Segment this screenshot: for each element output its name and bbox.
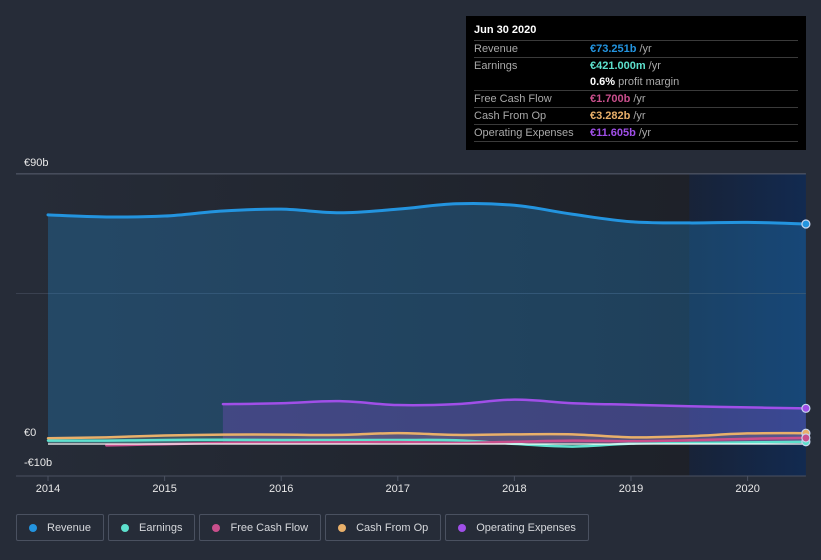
- tooltip-label: Revenue: [474, 43, 519, 55]
- tooltip-value: €421.000m/yr: [590, 58, 661, 74]
- tooltip-row-revenue: Revenue €73.251b/yr: [474, 41, 798, 58]
- profit-margin-value: 0.6%: [590, 76, 616, 88]
- legend-item-earnings[interactable]: Earnings: [108, 514, 196, 541]
- tooltip-label: Operating Expenses: [474, 127, 574, 139]
- earnings-value: €421.000m: [590, 60, 646, 72]
- legend-label: Earnings: [139, 521, 183, 534]
- tooltip-unit: profit margin: [618, 76, 680, 88]
- tooltip-row-profit-margin: 0.6% profit margin: [474, 74, 798, 91]
- tooltip-date: Jun 30 2020: [474, 23, 798, 41]
- tooltip-unit: /yr: [639, 43, 652, 55]
- tooltip-unit: /yr: [638, 127, 652, 139]
- tooltip-value: 0.6% profit margin: [590, 74, 679, 90]
- cash-from-op-dot-icon: [338, 523, 347, 532]
- free-cash-flow-dot-icon: [212, 523, 221, 532]
- legend: Revenue Earnings Free Cash Flow Cash Fro…: [16, 514, 589, 541]
- x-tick-label: 2018: [502, 483, 526, 495]
- operating-expenses-end-marker: [801, 403, 811, 413]
- x-tick-label: 2019: [619, 483, 643, 495]
- tooltip-value: €73.251b/yr: [590, 41, 652, 57]
- tooltip-row-earnings: Earnings €421.000m/yr: [474, 58, 798, 74]
- free-cash-flow-value: €1.700b: [590, 93, 631, 105]
- tooltip-value: €3.282b/yr: [590, 108, 646, 124]
- tooltip-row-operating-expenses: Operating Expenses €11.605b/yr: [474, 125, 798, 142]
- legend-item-revenue[interactable]: Revenue: [16, 514, 105, 541]
- legend-label: Revenue: [47, 521, 92, 534]
- tooltip-label: Earnings: [474, 60, 518, 72]
- x-tick-label: 2014: [36, 483, 60, 495]
- revenue-end-marker: [801, 219, 811, 229]
- y-tick-label: €0: [24, 427, 36, 439]
- tooltip-unit: /yr: [633, 93, 646, 105]
- operating-expenses-dot-icon: [458, 523, 467, 532]
- tooltip-row-cash-from-op: Cash From Op €3.282b/yr: [474, 108, 798, 125]
- x-tick-label: 2015: [152, 483, 176, 495]
- cash-from-op-value: €3.282b: [590, 110, 631, 122]
- legend-item-operating-expenses[interactable]: Operating Expenses: [445, 514, 589, 541]
- tooltip-row-free-cash-flow: Free Cash Flow €1.700b/yr: [474, 91, 798, 108]
- y-tick-label: €90b: [24, 157, 48, 169]
- tooltip-label: [474, 74, 590, 90]
- tooltip-value: €11.605b/yr: [590, 125, 651, 141]
- x-tick-label: 2016: [269, 483, 293, 495]
- legend-label: Free Cash Flow: [230, 521, 309, 534]
- tooltip-unit: /yr: [633, 110, 646, 122]
- tooltip-label: Free Cash Flow: [474, 93, 552, 105]
- operating-expenses-value: €11.605b: [590, 127, 636, 139]
- tooltip-label: Cash From Op: [474, 110, 547, 122]
- x-tick-label: 2020: [735, 483, 759, 495]
- revenue-dot-icon: [29, 523, 37, 532]
- revenue-value: €73.251b: [590, 43, 637, 55]
- legend-label: Cash From Op: [356, 521, 429, 534]
- earnings-dot-icon: [121, 523, 130, 532]
- tooltip-value: €1.700b/yr: [590, 91, 646, 107]
- legend-item-cash-from-op[interactable]: Cash From Op: [325, 514, 442, 541]
- free-cash-flow-end-marker: [801, 433, 811, 443]
- legend-label: Operating Expenses: [476, 521, 576, 534]
- tooltip: Jun 30 2020 Revenue €73.251b/yr Earnings…: [466, 16, 806, 150]
- tooltip-unit: /yr: [648, 60, 661, 72]
- x-tick-label: 2017: [386, 483, 410, 495]
- legend-item-free-cash-flow[interactable]: Free Cash Flow: [199, 514, 322, 541]
- y-tick-label: -€10b: [24, 457, 52, 469]
